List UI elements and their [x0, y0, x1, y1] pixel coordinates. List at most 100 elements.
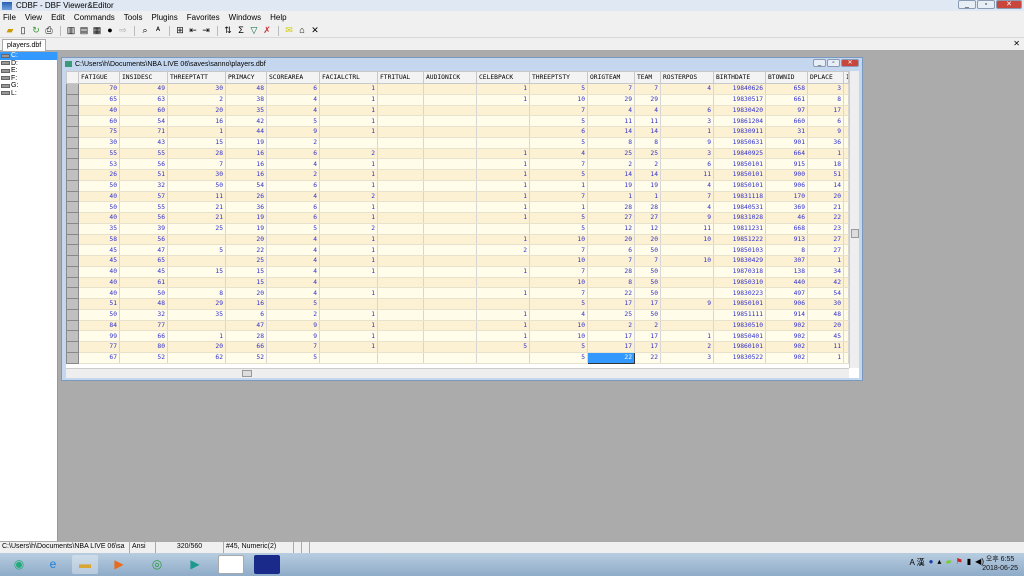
cell-scorearea[interactable]: 6: [266, 83, 320, 95]
cell-threeptatt[interactable]: 21: [167, 212, 226, 224]
cell-audionick[interactable]: [423, 234, 477, 246]
cell-fatigue[interactable]: 26: [78, 169, 120, 181]
cell-team[interactable]: 11: [634, 115, 661, 127]
cell-rosterpos[interactable]: [660, 309, 714, 321]
cell-team[interactable]: 50: [634, 266, 661, 278]
cell-rosterpos[interactable]: 6: [660, 158, 714, 170]
cell-fatigue[interactable]: 40: [78, 105, 120, 117]
cell-ftritual[interactable]: [377, 309, 424, 321]
cell-audionick[interactable]: [423, 191, 477, 203]
delete-field-icon[interactable]: ⇥: [200, 25, 212, 36]
cell-threeptatt[interactable]: 30: [167, 83, 226, 95]
cell-origteam[interactable]: 14: [587, 169, 635, 181]
cell-dplace[interactable]: 11: [807, 341, 844, 353]
child-maximize-button[interactable]: ▫: [827, 59, 840, 67]
cell-origteam[interactable]: 28: [587, 266, 635, 278]
cell-team[interactable]: 20: [634, 234, 661, 246]
column-header-threeptsty[interactable]: THREEPTSTY: [529, 71, 588, 84]
row-selector[interactable]: [66, 201, 79, 213]
cell-rosterpos[interactable]: 4: [660, 83, 714, 95]
cell-fatigue[interactable]: 40: [78, 212, 120, 224]
cell-celebpack[interactable]: [476, 126, 530, 138]
cell-team[interactable]: 29: [634, 94, 661, 106]
cell-primacy[interactable]: 19: [225, 137, 267, 149]
cell-team[interactable]: 50: [634, 244, 661, 256]
row-selector[interactable]: [66, 287, 79, 299]
network-icon[interactable]: ▮: [967, 557, 971, 568]
cell-threeptsty[interactable]: 4: [529, 309, 588, 321]
cell-insidesc[interactable]: 54: [119, 115, 168, 127]
cell-facialctrl[interactable]: [319, 298, 378, 310]
cell-threeptatt[interactable]: 30: [167, 169, 226, 181]
cell-celebpack[interactable]: 1: [476, 309, 530, 321]
row-selector[interactable]: [66, 222, 79, 235]
cell-insidesc[interactable]: 47: [119, 244, 168, 256]
column-header-facialctrl[interactable]: FACIALCTRL: [319, 71, 378, 84]
drive-item[interactable]: F:: [0, 75, 57, 83]
cell-primacy[interactable]: 54: [225, 180, 267, 192]
info-icon[interactable]: ●: [104, 25, 116, 36]
cell-celebpack[interactable]: 1: [476, 320, 530, 332]
cell-celebpack[interactable]: 1: [476, 169, 530, 181]
cell-birthdate[interactable]: 19830429: [713, 255, 766, 267]
maximize-button[interactable]: ▫: [977, 0, 995, 9]
ime-indicator[interactable]: A 漢: [909, 557, 924, 568]
cell-dplace[interactable]: 17: [807, 105, 844, 117]
cell-birthdate[interactable]: 19830223: [713, 287, 766, 299]
cell-team[interactable]: 50: [634, 309, 661, 321]
cell-facialctrl[interactable]: 1: [319, 320, 378, 332]
column-header-threeptatt[interactable]: THREEPTATT: [167, 71, 226, 84]
drive-item[interactable]: E:: [0, 67, 57, 75]
cell-ftritual[interactable]: [377, 287, 424, 299]
cell-primacy[interactable]: 26: [225, 191, 267, 203]
table-row[interactable]: 58 56 20 4 1 1 10 20 20 10 19851222 913 27: [66, 233, 849, 246]
cell-origteam[interactable]: 19: [587, 180, 635, 192]
cell-fatigue[interactable]: 55: [78, 148, 120, 160]
column-header-celebpack[interactable]: CELEBPACK: [476, 71, 530, 84]
row-selector[interactable]: [66, 147, 79, 160]
cell-dplace[interactable]: 34: [807, 266, 844, 278]
cell-scorearea[interactable]: 6: [266, 201, 320, 213]
child-close-button[interactable]: ✕: [841, 59, 859, 67]
cell-btownid[interactable]: 660: [765, 115, 808, 127]
cell-dplace[interactable]: 20: [807, 320, 844, 332]
cell-insidesc[interactable]: 55: [119, 148, 168, 160]
cell-threeptatt[interactable]: 7: [167, 158, 226, 170]
cell-scorearea[interactable]: 4: [266, 266, 320, 278]
cell-facialctrl[interactable]: 1: [319, 330, 378, 342]
clock[interactable]: 오후 6:55 2018-06-25: [982, 555, 1018, 573]
table-row[interactable]: 30 43 15 19 2 5 8 8 9 19850631 901 36: [66, 136, 849, 149]
cell-origteam[interactable]: 27: [587, 212, 635, 224]
menu-edit[interactable]: Edit: [51, 13, 65, 22]
row-selector[interactable]: [66, 308, 79, 321]
cell-birthdate[interactable]: 19850101: [713, 180, 766, 192]
cell-fatigue[interactable]: 99: [78, 330, 120, 342]
cell-facialctrl[interactable]: 1: [319, 201, 378, 213]
cell-rosterpos[interactable]: 9: [660, 212, 714, 224]
cell-origteam[interactable]: 25: [587, 309, 635, 321]
cell-celebpack[interactable]: 1: [476, 266, 530, 278]
cell-insidesc[interactable]: 49: [119, 83, 168, 95]
cell-origteam[interactable]: 1: [587, 191, 635, 203]
cell-birthdate[interactable]: 19860101: [713, 341, 766, 353]
cell-fatigue[interactable]: 58: [78, 234, 120, 246]
open-icon[interactable]: ▰: [4, 25, 16, 36]
cell-audionick[interactable]: [423, 212, 477, 224]
column-header-origteam[interactable]: ORIGTEAM: [587, 71, 635, 84]
table-row[interactable]: 51 48 29 16 5 5 17 17 9 19850101 906 30: [66, 298, 849, 310]
close-tab-icon[interactable]: ✕: [1013, 39, 1020, 48]
cell-audionick[interactable]: [423, 320, 477, 332]
row-selector[interactable]: [66, 255, 79, 267]
cell-threeptsty[interactable]: 7: [529, 191, 588, 203]
cell-i[interactable]: [843, 352, 849, 364]
cell-fatigue[interactable]: 35: [78, 223, 120, 235]
cell-rosterpos[interactable]: 1: [660, 330, 714, 342]
horizontal-scrollbar[interactable]: [66, 368, 849, 378]
column-header-i[interactable]: I: [843, 71, 849, 84]
cell-celebpack[interactable]: 1: [476, 212, 530, 224]
cell-celebpack[interactable]: 1: [476, 83, 530, 95]
cell-team[interactable]: 50: [634, 277, 661, 289]
cell-primacy[interactable]: 20: [225, 234, 267, 246]
cell-origteam[interactable]: 25: [587, 148, 635, 160]
cell-primacy[interactable]: 20: [225, 287, 267, 299]
